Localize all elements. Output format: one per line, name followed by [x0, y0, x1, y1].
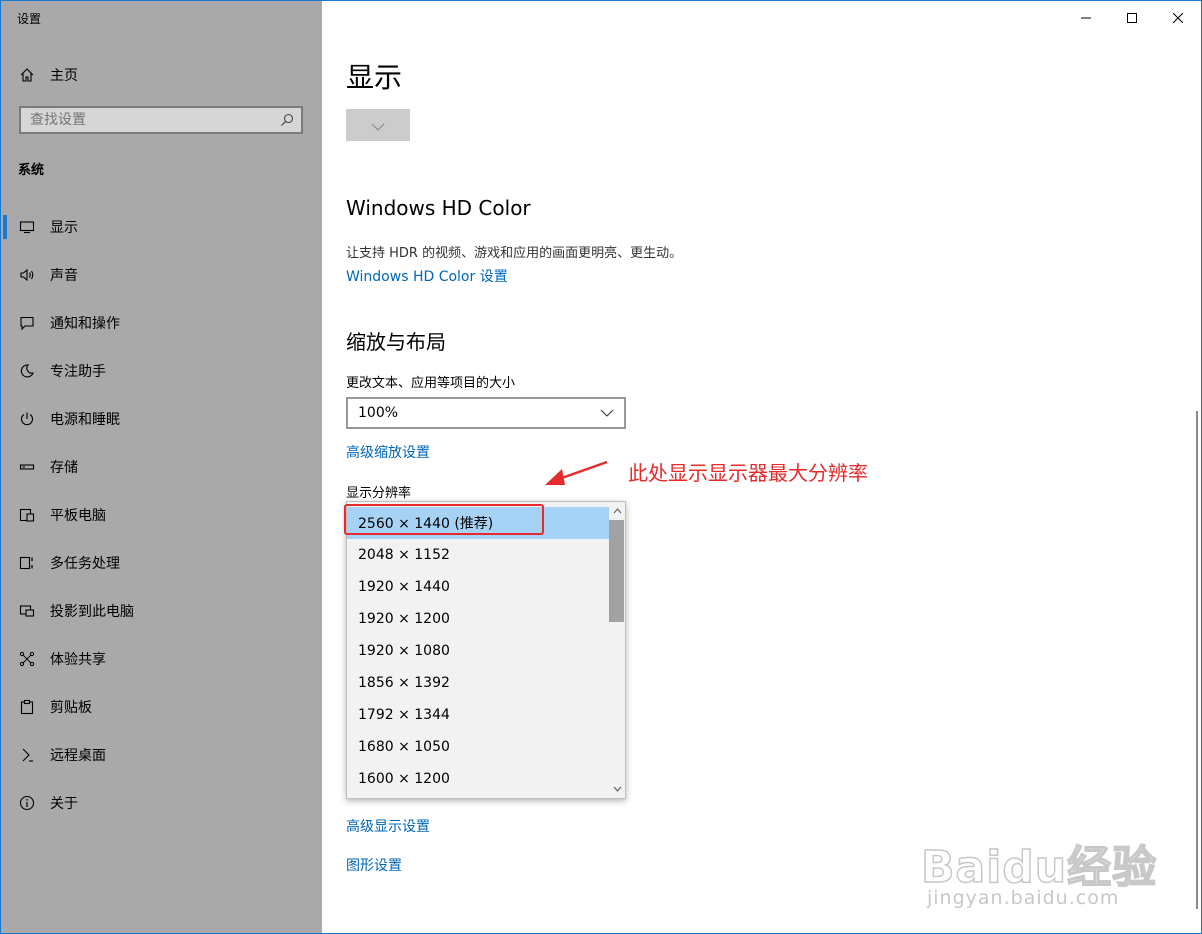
hd-color-settings-link[interactable]: Windows HD Color 设置 — [346, 266, 508, 286]
resolution-option[interactable]: 1920 × 1440 — [347, 571, 609, 603]
sidebar-item-sound[interactable]: 声音 — [1, 251, 322, 299]
resolution-option[interactable]: 1920 × 1080 — [347, 635, 609, 667]
sidebar-item-label: 远程桌面 — [50, 748, 106, 764]
storage-icon — [18, 458, 36, 476]
sidebar-item-label: 投影到此电脑 — [50, 604, 134, 620]
hd-color-description: 让支持 HDR 的视频、游戏和应用的画面更明亮、更生动。 — [346, 246, 683, 261]
advanced-scaling-link[interactable]: 高级缩放设置 — [346, 442, 430, 462]
sidebar-item-label: 存储 — [50, 460, 78, 476]
orientation-combo[interactable] — [346, 109, 410, 141]
message-icon — [18, 314, 36, 332]
page-scrollbar[interactable] — [1196, 411, 1198, 909]
sidebar-item-label: 专注助手 — [50, 364, 106, 380]
minimize-icon — [1081, 8, 1091, 27]
maximize-icon — [1127, 8, 1137, 27]
sidebar-item-label: 多任务处理 — [50, 556, 120, 572]
annotation-highlight-box — [344, 504, 544, 535]
hd-color-heading: Windows HD Color — [346, 196, 531, 220]
info-icon — [18, 794, 36, 812]
sidebar-item-tablet[interactable]: 平板电脑 — [1, 491, 322, 539]
sidebar-item-about[interactable]: 关于 — [1, 779, 322, 827]
resolution-dropdown[interactable]: 2560 × 1440 (推荐) 2048 × 1152 1920 × 1440… — [346, 501, 626, 799]
home-label: 主页 — [50, 68, 78, 84]
settings-window: 设置 主页 系统 显示 声音 通知和操作 — [0, 0, 1202, 934]
sidebar-item-label: 声音 — [50, 268, 78, 284]
annotation-text: 此处显示显示器最大分辨率 — [628, 461, 868, 485]
project-icon — [18, 602, 36, 620]
sidebar-item-label: 显示 — [50, 220, 78, 236]
tablet-icon — [18, 506, 36, 524]
scroll-up-icon[interactable] — [611, 505, 623, 517]
scroll-down-icon[interactable] — [611, 783, 623, 795]
maximize-button[interactable] — [1109, 1, 1155, 33]
sidebar-item-power[interactable]: 电源和睡眠 — [1, 395, 322, 443]
search-icon[interactable] — [279, 112, 295, 128]
share-icon — [18, 650, 36, 668]
sidebar-item-storage[interactable]: 存储 — [1, 443, 322, 491]
sidebar-item-shared-experiences[interactable]: 体验共享 — [1, 635, 322, 683]
sidebar-item-remote-desktop[interactable]: 远程桌面 — [1, 731, 322, 779]
moon-icon — [18, 362, 36, 380]
scrollbar-thumb[interactable] — [609, 520, 624, 622]
sidebar-item-label: 关于 — [50, 796, 78, 812]
resolution-label: 显示分辨率 — [346, 486, 412, 501]
sidebar-item-multitasking[interactable]: 多任务处理 — [1, 539, 322, 587]
home-icon — [18, 66, 36, 84]
window-controls — [1063, 1, 1201, 33]
sidebar-item-clipboard[interactable]: 剪贴板 — [1, 683, 322, 731]
text-size-combo[interactable]: 100% — [346, 397, 626, 429]
sidebar-item-label: 体验共享 — [50, 652, 106, 668]
sidebar-item-project[interactable]: 投影到此电脑 — [1, 587, 322, 635]
sidebar-item-label: 电源和睡眠 — [50, 412, 120, 428]
annotation-arrow-icon — [541, 457, 613, 497]
monitor-icon — [18, 218, 36, 236]
speaker-icon — [18, 266, 36, 284]
multitask-icon — [18, 554, 36, 572]
watermark-url: jingyan.baidu.com — [927, 887, 1120, 909]
baidu-watermark: Baidu经验 jingyan.baidu.com — [920, 801, 1181, 916]
text-size-label: 更改文本、应用等项目的大小 — [346, 376, 516, 391]
chevron-down-icon — [590, 406, 614, 420]
resolution-option[interactable]: 1600 × 1200 — [347, 763, 609, 795]
resolution-option[interactable]: 1792 × 1344 — [347, 699, 609, 731]
sidebar-item-label: 剪贴板 — [50, 700, 92, 716]
resolution-option[interactable]: 2048 × 1152 — [347, 539, 609, 571]
page-title: 显示 — [346, 61, 403, 94]
resolution-option[interactable]: 1856 × 1392 — [347, 667, 609, 699]
remote-icon — [18, 746, 36, 764]
sidebar-item-label: 平板电脑 — [50, 508, 106, 524]
resolution-option[interactable]: 1920 × 1200 — [347, 603, 609, 635]
sidebar-item-notifications[interactable]: 通知和操作 — [1, 299, 322, 347]
close-button[interactable] — [1155, 1, 1201, 33]
power-icon — [18, 410, 36, 428]
close-icon — [1172, 8, 1184, 27]
section-heading: 系统 — [18, 163, 45, 178]
resolution-option[interactable]: 1680 × 1050 — [347, 731, 609, 763]
sidebar-home[interactable]: 主页 — [1, 61, 322, 89]
search-box[interactable] — [19, 106, 303, 134]
scale-layout-heading: 缩放与布局 — [346, 330, 446, 354]
sidebar-item-display[interactable]: 显示 — [1, 203, 322, 251]
advanced-display-link[interactable]: 高级显示设置 — [346, 816, 430, 836]
sidebar-nav: 显示 声音 通知和操作 专注助手 电源和睡眠 存储 平板电脑 多任务处理 投影到… — [1, 203, 322, 827]
text-size-value: 100% — [358, 405, 399, 421]
chevron-down-icon — [371, 116, 385, 135]
app-title: 设置 — [17, 12, 42, 26]
sidebar-item-label: 通知和操作 — [50, 316, 120, 332]
watermark-logo: Baidu经验 — [920, 841, 1158, 894]
sidebar-item-focus-assist[interactable]: 专注助手 — [1, 347, 322, 395]
clipboard-icon — [18, 698, 36, 716]
minimize-button[interactable] — [1063, 1, 1109, 33]
search-input[interactable] — [21, 111, 279, 129]
dropdown-scrollbar[interactable] — [608, 502, 625, 798]
sidebar: 设置 主页 系统 显示 声音 通知和操作 — [1, 1, 322, 933]
graphics-settings-link[interactable]: 图形设置 — [346, 855, 402, 875]
